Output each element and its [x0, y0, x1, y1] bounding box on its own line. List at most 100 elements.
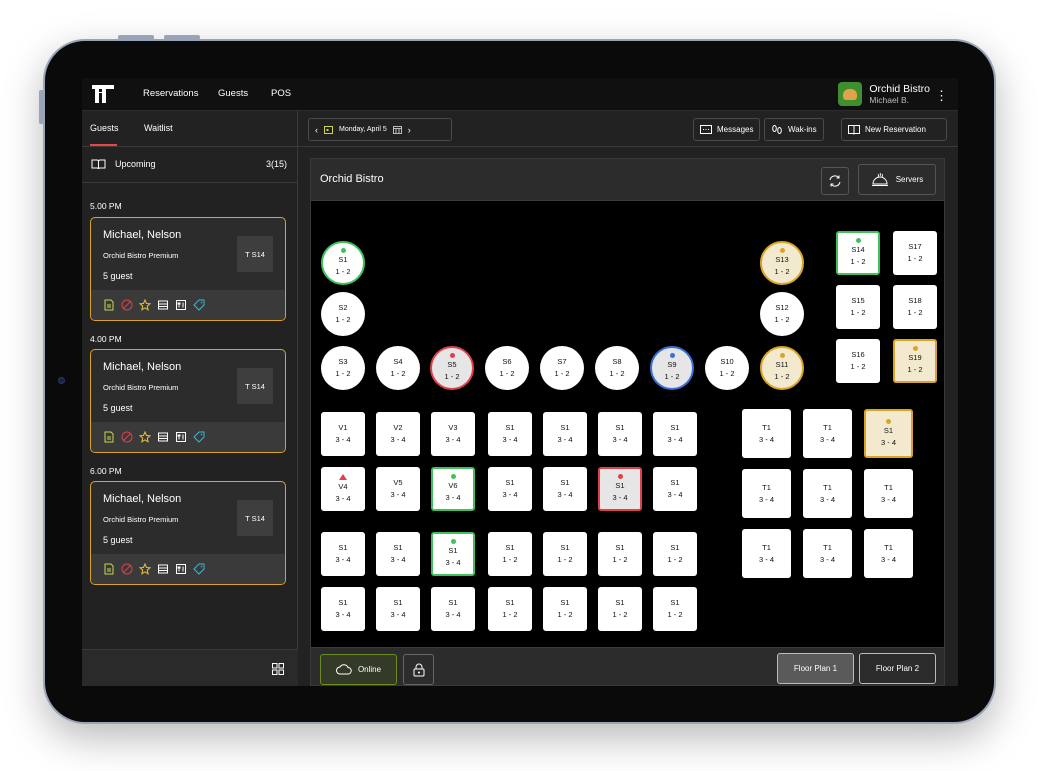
table-s4[interactable]: S4 1 - 2 [376, 346, 420, 390]
reservation-card[interactable]: Michael, Nelson Orchid Bistro Premium 5 … [90, 217, 286, 321]
table-v1[interactable]: V1 3 - 4 [321, 412, 365, 456]
table-s1[interactable]: S1 3 - 4 [321, 532, 365, 576]
cancel-icon[interactable] [121, 563, 133, 575]
table-v2[interactable]: V2 3 - 4 [376, 412, 420, 456]
refresh-button[interactable] [821, 167, 849, 195]
floor-plan-2-button[interactable]: Floor Plan 2 [859, 653, 936, 684]
nav-reservations[interactable]: Reservations [143, 88, 198, 99]
calendar-grid-icon[interactable] [392, 125, 402, 134]
table-s1[interactable]: S1 3 - 4 [488, 467, 532, 511]
table-t1[interactable]: T1 3 - 4 [864, 469, 913, 518]
online-status-button[interactable]: Online [320, 654, 397, 685]
new-reservation-button[interactable]: New Reservation [841, 118, 947, 141]
table-s1[interactable]: S1 1 - 2 [488, 587, 532, 631]
table-t1[interactable]: T1 3 - 4 [742, 469, 791, 518]
table-s1[interactable]: S1 3 - 4 [653, 412, 697, 456]
menu-icon[interactable] [175, 431, 187, 443]
table-s10[interactable]: S10 1 - 2 [705, 346, 749, 390]
table-s5[interactable]: S5 1 - 2 [430, 346, 474, 390]
nav-pos[interactable]: POS [271, 88, 291, 99]
table-t1[interactable]: T1 3 - 4 [742, 409, 791, 458]
table-v4[interactable]: V4 3 - 4 [321, 467, 365, 511]
chevron-right-icon[interactable]: › [408, 125, 411, 135]
grid-view-icon[interactable] [272, 663, 284, 675]
table-s18[interactable]: S18 1 - 2 [893, 285, 937, 329]
table-t1[interactable]: T1 3 - 4 [742, 529, 791, 578]
table-s1[interactable]: S1 3 - 4 [488, 412, 532, 456]
table-s1[interactable]: S1 1 - 2 [653, 587, 697, 631]
tab-waitlist[interactable]: Waitlist [144, 123, 173, 133]
lock-button[interactable] [403, 654, 434, 685]
star-icon[interactable] [139, 431, 151, 443]
chevron-left-icon[interactable]: ‹ [315, 125, 318, 135]
tab-guests[interactable]: Guests [90, 123, 119, 133]
table-s1[interactable]: S1 3 - 4 [864, 409, 913, 458]
table-s2[interactable]: S2 1 - 2 [321, 292, 365, 336]
table-s1[interactable]: S1 3 - 4 [431, 587, 475, 631]
table-s1[interactable]: S1 1 - 2 [598, 532, 642, 576]
star-icon[interactable] [139, 563, 151, 575]
table-s1[interactable]: S1 3 - 4 [598, 467, 642, 511]
table-s1[interactable]: S1 1 - 2 [598, 587, 642, 631]
table-t1[interactable]: T1 3 - 4 [803, 469, 852, 518]
messages-button[interactable]: Messages [693, 118, 761, 141]
reservation-card[interactable]: Michael, Nelson Orchid Bistro Premium 5 … [90, 349, 286, 453]
table-v5[interactable]: V5 3 - 4 [376, 467, 420, 511]
kebab-menu-icon[interactable]: ⋮ [935, 88, 948, 104]
table-s14[interactable]: S14 1 - 2 [836, 231, 880, 275]
cancel-icon[interactable] [121, 299, 133, 311]
list-icon[interactable] [157, 299, 169, 311]
table-s13[interactable]: S13 1 - 2 [760, 241, 804, 285]
date-picker[interactable]: ‹ Monday, April 5 › [308, 118, 452, 141]
table-s1[interactable]: S1 3 - 4 [376, 587, 420, 631]
table-v3[interactable]: V3 3 - 4 [431, 412, 475, 456]
table-t1[interactable]: T1 3 - 4 [803, 409, 852, 458]
table-s16[interactable]: S16 1 - 2 [836, 339, 880, 383]
table-s1[interactable]: S1 1 - 2 [488, 532, 532, 576]
table-id: T1 [762, 422, 771, 432]
nav-guests[interactable]: Guests [218, 88, 248, 99]
table-s1[interactable]: S1 1 - 2 [653, 532, 697, 576]
table-s9[interactable]: S9 1 - 2 [650, 346, 694, 390]
menu-icon[interactable] [175, 563, 187, 575]
reservation-card[interactable]: Michael, Nelson Orchid Bistro Premium 5 … [90, 481, 286, 585]
table-s1[interactable]: S1 3 - 4 [431, 532, 475, 576]
tag-icon[interactable] [193, 431, 205, 443]
table-s1[interactable]: S1 3 - 4 [598, 412, 642, 456]
table-t1[interactable]: T1 3 - 4 [864, 529, 913, 578]
table-s1[interactable]: S1 3 - 4 [376, 532, 420, 576]
menu-icon[interactable] [175, 299, 187, 311]
walkins-button[interactable]: Wak-ins [764, 118, 824, 141]
note-icon[interactable] [103, 563, 115, 575]
table-s3[interactable]: S3 1 - 2 [321, 346, 365, 390]
upcoming-header[interactable]: Upcoming 3(15) [82, 147, 297, 183]
table-s11[interactable]: S11 1 - 2 [760, 346, 804, 390]
note-icon[interactable] [103, 299, 115, 311]
table-s1[interactable]: S1 3 - 4 [321, 587, 365, 631]
table-v6[interactable]: V6 3 - 4 [431, 467, 475, 511]
table-s1[interactable]: S1 3 - 4 [543, 467, 587, 511]
table-s1[interactable]: S1 1 - 2 [321, 241, 365, 285]
table-s12[interactable]: S12 1 - 2 [760, 292, 804, 336]
floor-plan-1-button[interactable]: Floor Plan 1 [777, 653, 854, 684]
table-s1[interactable]: S1 1 - 2 [543, 532, 587, 576]
table-s1[interactable]: S1 3 - 4 [543, 412, 587, 456]
table-s15[interactable]: S15 1 - 2 [836, 285, 880, 329]
cancel-icon[interactable] [121, 431, 133, 443]
venue-switcher[interactable]: Orchid Bistro Michael B. [838, 82, 930, 106]
table-s1[interactable]: S1 1 - 2 [543, 587, 587, 631]
table-s1[interactable]: S1 3 - 4 [653, 467, 697, 511]
servers-button[interactable]: Servers [858, 164, 936, 195]
table-s19[interactable]: S19 1 - 2 [893, 339, 937, 383]
table-t1[interactable]: T1 3 - 4 [803, 529, 852, 578]
table-s6[interactable]: S6 1 - 2 [485, 346, 529, 390]
table-s7[interactable]: S7 1 - 2 [540, 346, 584, 390]
note-icon[interactable] [103, 431, 115, 443]
tag-icon[interactable] [193, 563, 205, 575]
table-s17[interactable]: S17 1 - 2 [893, 231, 937, 275]
list-icon[interactable] [157, 563, 169, 575]
list-icon[interactable] [157, 431, 169, 443]
star-icon[interactable] [139, 299, 151, 311]
tag-icon[interactable] [193, 299, 205, 311]
table-s8[interactable]: S8 1 - 2 [595, 346, 639, 390]
